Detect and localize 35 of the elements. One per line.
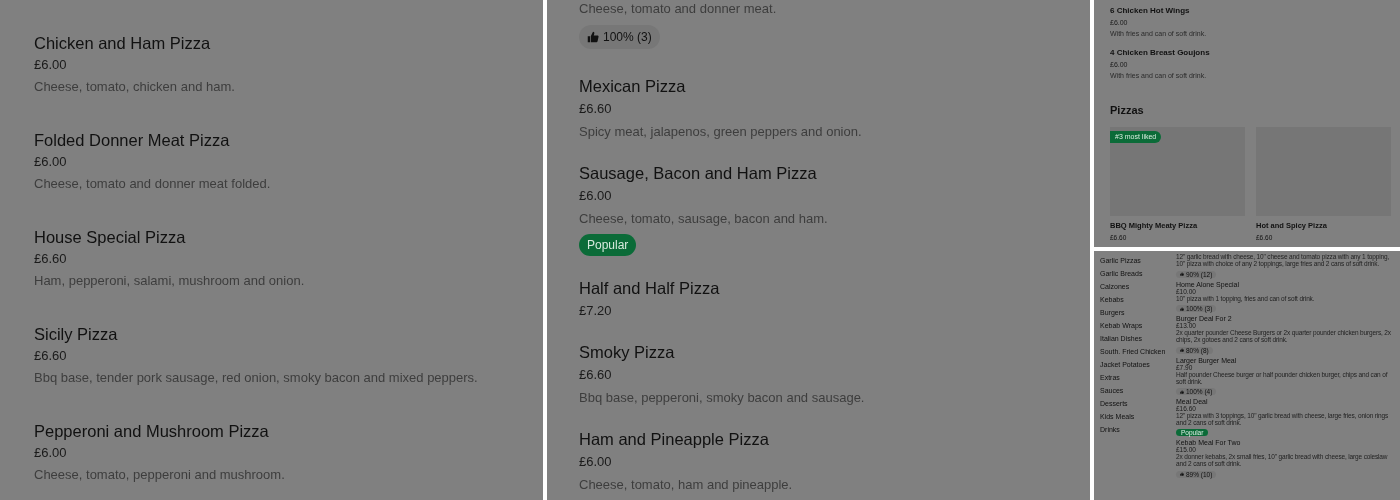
item-name: Ham and Pineapple Pizza (579, 429, 770, 449)
item-name: 4 Chicken Breast Goujons (1110, 48, 1211, 58)
item-description: Cheese, tomato and donner meat folded. (34, 175, 272, 193)
item-name: Half and Half Pizza (579, 278, 721, 298)
popular-badge: Popular (579, 234, 637, 256)
item-price: £6.00 (579, 187, 613, 205)
item-description: Cheese, tomato and donner meat. (579, 0, 778, 18)
item-name: Folded Donner Meat Pizza (34, 130, 231, 150)
item-description: Cheese, tomato, ham and pineapple. (579, 476, 794, 494)
item-price: £7.20 (579, 302, 613, 320)
item-name: Mexican Pizza (579, 76, 687, 96)
item-description: Spicy meat, jalapenos, green peppers and onion. (579, 123, 863, 141)
item-description: Cheese, tomato, pepperoni and mushroom. (34, 466, 286, 484)
item-price: £6.60 (34, 250, 68, 268)
item-name: Sicily Pizza (34, 324, 119, 344)
section-title: Pizzas (1110, 103, 1145, 118)
item-price: £6.00 (579, 453, 613, 471)
item-description: Cheese, tomato, chicken and ham. (34, 78, 236, 96)
item-name: Sausage, Bacon and Ham Pizza (579, 163, 818, 183)
item-description: Cheese, tomato, sausage, bacon and ham. (579, 210, 829, 228)
item-name: Chicken and Ham Pizza (34, 33, 212, 53)
rating-text: 100% (3) (603, 29, 652, 46)
item-price: £6.60 (579, 100, 613, 118)
item-description: Bbq base, pepperoni, smoky bacon and sausage. (579, 389, 866, 407)
item-name: Pepperoni and Mushroom Pizza (34, 421, 270, 441)
item-price: £6.60 (579, 366, 613, 384)
item-description: Ham, pepperoni, salami, mushroom and onion. (34, 272, 306, 290)
item-price: £6.60 (34, 347, 68, 365)
item-price: £6.00 (34, 56, 68, 74)
item-name: Smoky Pizza (579, 342, 676, 362)
item-price: £6.00 (34, 444, 68, 462)
item-price: £6.00 (34, 153, 68, 171)
item-name: 6 Chicken Hot Wings (1110, 6, 1191, 16)
item-description: Bbq base, tender pork sausage, red onion, smoky bacon and mixed peppers. (34, 369, 479, 387)
item-name: House Special Pizza (34, 227, 187, 247)
